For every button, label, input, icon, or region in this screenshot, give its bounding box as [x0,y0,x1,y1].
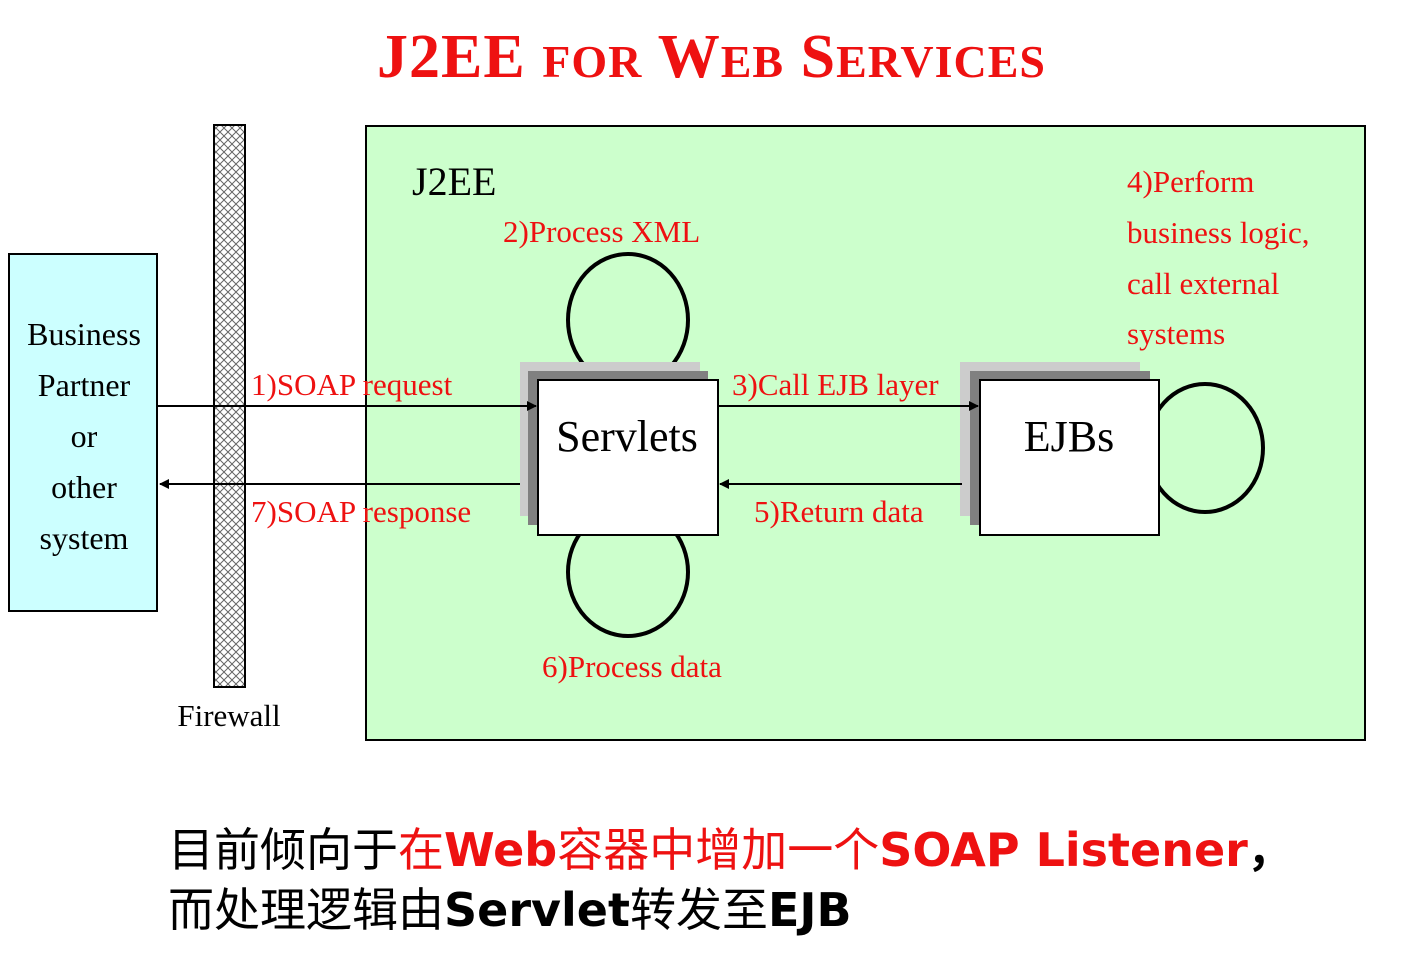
caption: 目前倾向于在Web容器中增加一个SOAP Listener， 而处理逻辑由Ser… [168,820,1418,940]
caption-text: Web [444,823,558,877]
step-label-7: 7)SOAP response [251,494,471,529]
caption-text: ， [1247,823,1294,877]
caption-text: 而处理逻辑由 [168,883,444,937]
step-label-6: 6)Process data [542,649,722,684]
step-label-5: 5)Return data [754,494,924,529]
step-label-2: 2)Process XML [503,214,700,249]
firewall-label: Firewall [177,698,280,733]
caption-text: 转发至 [629,883,768,937]
ejbs-label: EJBs [1024,412,1114,461]
partner-line: system [40,520,129,556]
caption-text: EJB [767,883,852,937]
caption-text: 在 [398,823,444,877]
servlets-label: Servlets [556,412,698,461]
step-label-4: 4)Perform [1127,164,1254,199]
step-label-3: 3)Call EJB layer [732,367,939,402]
step-label-4: business logic, [1127,215,1310,250]
partner-line: Partner [38,367,131,403]
step-label-4: call external [1127,266,1279,301]
partner-line: or [71,418,98,454]
caption-text: 目前倾向于 [168,823,398,877]
caption-line-1: 目前倾向于在Web容器中增加一个SOAP Listener， [168,820,1418,880]
caption-line-2: 而处理逻辑由Servlet转发至EJB [168,880,1418,940]
caption-text: Servlet [444,883,630,937]
step-label-1: 1)SOAP request [251,367,453,402]
step-label-4: systems [1127,316,1225,351]
partner-line: other [51,469,117,505]
partner-line: Business [27,316,141,352]
j2ee-container-label: J2EE [412,159,496,204]
caption-text: 容器中增加一个 [557,823,880,877]
caption-text: SOAP Listener [879,823,1248,877]
